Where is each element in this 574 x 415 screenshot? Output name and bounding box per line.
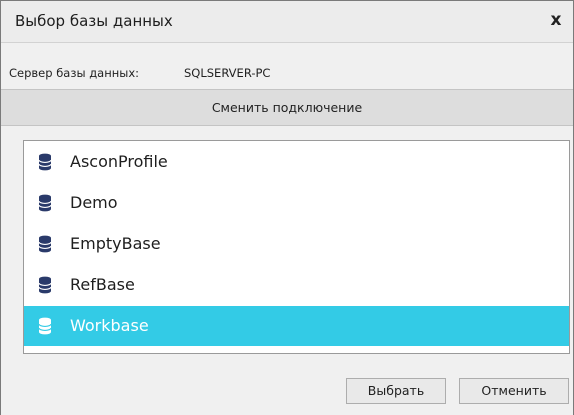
dialog-title: Выбор базы данных [15, 12, 173, 30]
database-name: AsconProfile [70, 152, 168, 171]
database-name: RefBase [70, 275, 135, 294]
database-icon [38, 194, 52, 212]
list-item[interactable]: Demo [24, 183, 569, 223]
close-icon[interactable]: x [545, 9, 567, 31]
database-name: EmptyBase [70, 234, 161, 253]
server-label: Сервер базы данных: [9, 66, 139, 80]
cancel-button[interactable]: Отменить [459, 378, 569, 404]
database-icon [38, 276, 52, 294]
list-item[interactable]: AsconProfile [24, 142, 569, 182]
select-button[interactable]: Выбрать [346, 378, 446, 404]
server-info: Сервер базы данных: SQLSERVER-PC [1, 60, 573, 88]
title-bar: Выбор базы данных x [1, 1, 573, 43]
database-icon [38, 235, 52, 253]
database-select-dialog: Выбор базы данных x Сервер базы данных: … [0, 0, 574, 415]
list-item[interactable]: EmptyBase [24, 224, 569, 264]
database-list[interactable]: AsconProfile Demo EmptyBase RefBase Work… [23, 140, 570, 354]
database-icon [38, 153, 52, 171]
database-name: Workbase [70, 316, 149, 335]
database-icon [38, 317, 52, 335]
change-connection-button[interactable]: Сменить подключение [1, 89, 573, 126]
list-item-selected[interactable]: Workbase [24, 306, 569, 346]
list-item[interactable]: RefBase [24, 265, 569, 305]
server-name: SQLSERVER-PC [184, 66, 271, 80]
database-name: Demo [70, 193, 118, 212]
